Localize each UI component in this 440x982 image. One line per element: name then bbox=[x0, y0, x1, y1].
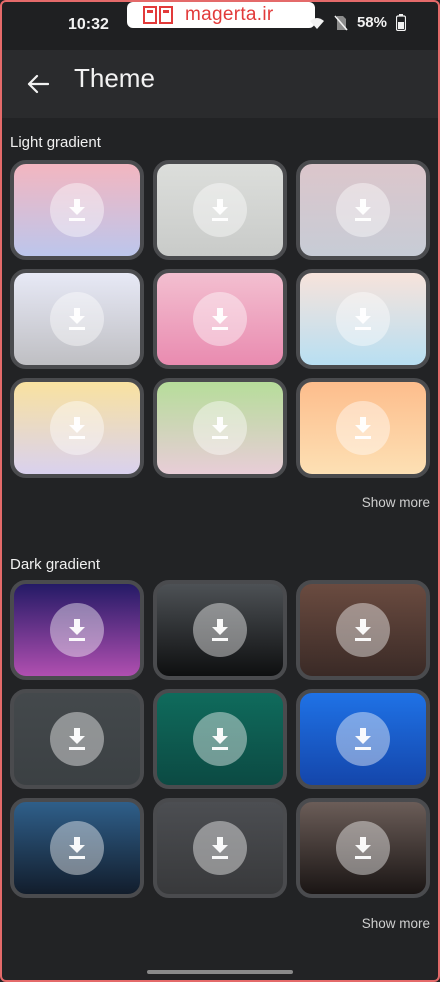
show-more-light-button[interactable]: Show more bbox=[362, 495, 430, 510]
download-button[interactable] bbox=[336, 401, 390, 455]
download-icon bbox=[69, 308, 85, 330]
download-button[interactable] bbox=[336, 292, 390, 346]
download-icon bbox=[69, 619, 85, 641]
theme-tile-umber-black[interactable] bbox=[296, 798, 430, 898]
download-button[interactable] bbox=[193, 183, 247, 237]
dark-gradient-grid bbox=[10, 580, 430, 898]
download-button[interactable] bbox=[193, 821, 247, 875]
watermark: magerta.ir bbox=[127, 2, 315, 28]
section-title-light: Light gradient bbox=[10, 134, 101, 151]
theme-tile-graphite-black[interactable] bbox=[153, 580, 287, 680]
theme-tile-yellow-lilac[interactable] bbox=[10, 378, 144, 478]
download-button[interactable] bbox=[50, 821, 104, 875]
status-time: 10:32 bbox=[68, 16, 109, 33]
gesture-nav-handle[interactable] bbox=[147, 970, 293, 974]
download-icon bbox=[355, 728, 371, 750]
download-icon bbox=[355, 619, 371, 641]
download-button[interactable] bbox=[336, 712, 390, 766]
download-icon bbox=[212, 619, 228, 641]
download-icon bbox=[69, 837, 85, 859]
download-icon bbox=[355, 417, 371, 439]
download-icon bbox=[212, 837, 228, 859]
download-button[interactable] bbox=[50, 712, 104, 766]
show-more-dark-button[interactable]: Show more bbox=[362, 916, 430, 931]
arrow-left-icon bbox=[27, 74, 49, 94]
theme-tile-grey-light[interactable] bbox=[153, 160, 287, 260]
theme-tile-indigo-magenta[interactable] bbox=[10, 580, 144, 680]
download-icon bbox=[212, 728, 228, 750]
download-button[interactable] bbox=[336, 183, 390, 237]
download-icon bbox=[355, 308, 371, 330]
book-logo bbox=[143, 6, 173, 24]
theme-tile-navy-blue[interactable] bbox=[10, 798, 144, 898]
status-icons: 58% bbox=[309, 14, 406, 31]
theme-tile-slate[interactable] bbox=[10, 689, 144, 789]
battery-icon bbox=[396, 14, 406, 31]
back-button[interactable] bbox=[18, 64, 58, 104]
download-icon bbox=[355, 199, 371, 221]
status-bar: 10:32 magerta.ir 58% bbox=[0, 0, 440, 50]
download-button[interactable] bbox=[50, 603, 104, 657]
download-button[interactable] bbox=[193, 603, 247, 657]
light-gradient-grid bbox=[10, 160, 430, 478]
download-button[interactable] bbox=[193, 712, 247, 766]
theme-tile-blue[interactable] bbox=[296, 689, 430, 789]
download-button[interactable] bbox=[50, 401, 104, 455]
download-icon bbox=[69, 728, 85, 750]
download-button[interactable] bbox=[336, 821, 390, 875]
download-button[interactable] bbox=[336, 603, 390, 657]
download-icon bbox=[69, 417, 85, 439]
theme-tile-charcoal[interactable] bbox=[153, 798, 287, 898]
theme-tile-lavender-grey[interactable] bbox=[10, 269, 144, 369]
battery-percent: 58% bbox=[356, 14, 387, 31]
section-title-dark: Dark gradient bbox=[10, 556, 101, 573]
theme-tile-teal[interactable] bbox=[153, 689, 287, 789]
theme-tile-brown[interactable] bbox=[296, 580, 430, 680]
theme-tile-pink-blue[interactable] bbox=[10, 160, 144, 260]
page-title: Theme bbox=[74, 63, 155, 93]
download-button[interactable] bbox=[50, 183, 104, 237]
download-icon bbox=[212, 417, 228, 439]
download-icon bbox=[212, 308, 228, 330]
theme-tile-green-rose[interactable] bbox=[153, 378, 287, 478]
download-button[interactable] bbox=[193, 292, 247, 346]
wifi-icon bbox=[309, 17, 324, 29]
theme-tile-mauve-grey[interactable] bbox=[296, 160, 430, 260]
no-sim-icon bbox=[334, 14, 348, 31]
download-button[interactable] bbox=[193, 401, 247, 455]
download-icon bbox=[69, 199, 85, 221]
download-icon bbox=[212, 199, 228, 221]
download-icon bbox=[355, 837, 371, 859]
app-bar: Theme bbox=[0, 50, 440, 118]
theme-tile-orange-peach[interactable] bbox=[296, 378, 430, 478]
watermark-text: magerta.ir bbox=[185, 4, 274, 25]
theme-tile-peach-sky[interactable] bbox=[296, 269, 430, 369]
theme-tile-pink[interactable] bbox=[153, 269, 287, 369]
download-button[interactable] bbox=[50, 292, 104, 346]
